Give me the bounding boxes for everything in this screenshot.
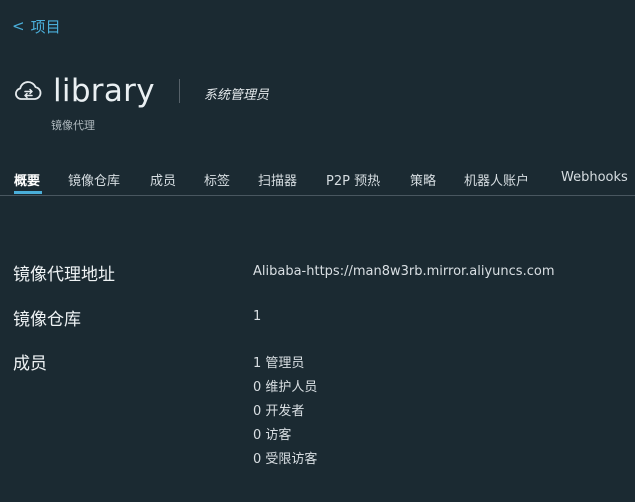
- back-link-label: 项目: [30, 18, 61, 36]
- tab-policy[interactable]: 策略: [410, 170, 436, 189]
- member-count-limited-guest: 0 受限访客: [253, 452, 318, 467]
- member-count-developer: 0 开发者: [253, 404, 305, 419]
- tab-summary[interactable]: 概要: [14, 170, 40, 189]
- tab-robot-accounts[interactable]: 机器人账户: [464, 170, 529, 189]
- project-title: library: [53, 73, 155, 109]
- member-count-admin: 1 管理员: [253, 356, 305, 371]
- proxy-address-value: Alibaba-https://man8w3rb.mirror.aliyuncs…: [253, 264, 555, 279]
- members-label: 成员: [13, 354, 47, 374]
- user-role: 系统管理员: [203, 87, 269, 103]
- active-tab-indicator: [14, 191, 42, 194]
- project-type-subtitle: 镜像代理: [51, 119, 95, 132]
- cloud-sync-icon: [15, 81, 42, 100]
- proxy-address-label: 镜像代理地址: [13, 265, 115, 285]
- tab-p2p-preheat[interactable]: P2P 预热: [326, 170, 380, 189]
- repositories-label: 镜像仓库: [13, 310, 81, 330]
- repositories-count: 1: [253, 309, 262, 324]
- tab-repositories[interactable]: 镜像仓库: [68, 170, 120, 189]
- tab-scanner[interactable]: 扫描器: [258, 170, 297, 189]
- tab-webhooks[interactable]: Webhooks: [561, 170, 628, 185]
- member-count-maintainer: 0 维护人员: [253, 380, 318, 395]
- back-to-projects-link[interactable]: < 项目: [12, 16, 61, 37]
- project-header: library 系统管理员: [13, 72, 269, 110]
- header-divider: [178, 79, 180, 103]
- tab-members[interactable]: 成员: [150, 170, 176, 189]
- tab-labels[interactable]: 标签: [204, 170, 230, 189]
- member-count-guest: 0 访客: [253, 428, 292, 443]
- project-tabs: 概要 镜像仓库 成员 标签 扫描器 P2P 预热 策略 机器人账户 Webhoo…: [0, 166, 635, 196]
- chevron-left-icon: <: [12, 17, 25, 35]
